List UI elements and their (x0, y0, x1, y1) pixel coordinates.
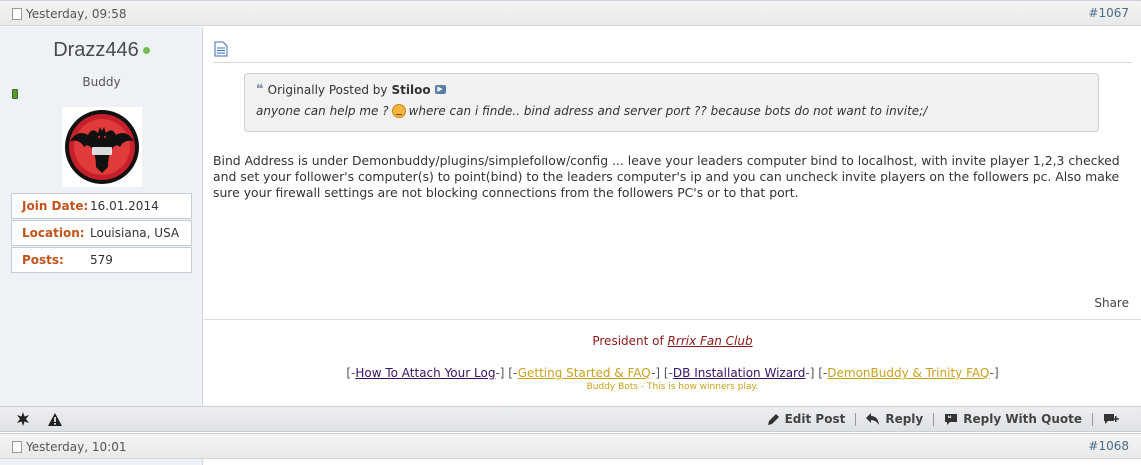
signature-divider (204, 319, 1141, 320)
bat-logo-icon (65, 110, 139, 184)
share-link[interactable]: Share (1094, 296, 1129, 310)
quote-header: ❝ Originally Posted by Stiloo ▶ (256, 82, 446, 97)
post-date: Yesterday, 10:01 (12, 440, 126, 454)
quote-author: Stiloo (391, 82, 431, 97)
post-controls-right: Edit Post Reply ❝ Reply With Quote (757, 412, 1129, 426)
quote-icon: ❝ (256, 82, 264, 97)
signature-tagline: Buddy Bots - This is how winners play. (586, 382, 759, 392)
post-controls: Edit Post Reply ❝ Reply With Quote (0, 406, 1141, 432)
online-status-icon (142, 47, 150, 55)
divider (213, 62, 1132, 63)
post-header-next: Yesterday, 10:01 #1068 (0, 433, 1141, 459)
stat-join-date: Join Date: 16.01.2014 (11, 193, 192, 219)
edit-post-button[interactable]: Edit Post (757, 412, 856, 426)
reply-arrow-icon (866, 413, 880, 425)
user-sidebar: Drazz446 Buddy Join Date: 16.01.2014 Loc… (0, 27, 203, 406)
post-header: Yesterday, 09:58 #1067 (0, 0, 1141, 26)
reply-with-quote-button[interactable]: ❝ Reply With Quote (934, 412, 1092, 426)
trinity-faq-link[interactable]: DemonBuddy & Trinity FAQ (827, 366, 989, 380)
multi-quote-button[interactable] (1093, 413, 1129, 426)
post-document-icon (214, 41, 228, 57)
post-message: Bind Address is under Demonbuddy/plugins… (213, 153, 1120, 200)
user-stats: Join Date: 16.01.2014 Location: Louisian… (11, 193, 192, 274)
username-link[interactable]: Drazz446 (53, 39, 139, 61)
view-post-icon[interactable]: ▶ (434, 85, 446, 94)
getting-started-link[interactable]: Getting Started & FAQ (518, 366, 651, 380)
smiley-icon (391, 104, 406, 118)
signature-links: [-How To Attach Your Log-] [-Getting Sta… (346, 366, 999, 380)
post-controls-left (16, 412, 62, 426)
username-row: Drazz446 (0, 39, 203, 62)
post-date: Yesterday, 09:58 (12, 7, 126, 21)
stat-location: Location: Louisiana, USA (11, 220, 192, 246)
post-number-link[interactable]: #1067 (1088, 6, 1129, 20)
post-number-link[interactable]: #1068 (1088, 439, 1129, 453)
user-title: Buddy (82, 75, 121, 89)
installation-wizard-link[interactable]: DB Installation Wizard (673, 366, 806, 380)
attach-log-link[interactable]: How To Attach Your Log (355, 366, 495, 380)
quote-bubble-icon: ❝ (945, 413, 958, 425)
fan-club-link[interactable]: Rrrix Fan Club (668, 334, 753, 348)
reply-button[interactable]: Reply (856, 412, 933, 426)
signature-line1: President of Rrrix Fan Club (592, 334, 753, 348)
svg-text:❝: ❝ (948, 414, 952, 422)
reputation-star-icon[interactable] (16, 412, 30, 426)
quote-text: anyone can help me ? where can i finde..… (256, 104, 928, 118)
stat-posts: Posts: 579 (11, 247, 192, 273)
document-icon (12, 8, 22, 20)
pencil-icon (767, 413, 779, 425)
reputation-icon (12, 89, 18, 99)
next-user-sidebar (0, 459, 203, 465)
avatar[interactable] (62, 107, 142, 187)
multi-quote-icon (1104, 413, 1119, 424)
document-icon (12, 441, 22, 453)
report-warning-icon[interactable] (48, 412, 62, 426)
post-body: ❝ Originally Posted by Stiloo ▶ anyone c… (204, 27, 1141, 406)
quote-block: ❝ Originally Posted by Stiloo ▶ anyone c… (244, 73, 1099, 132)
